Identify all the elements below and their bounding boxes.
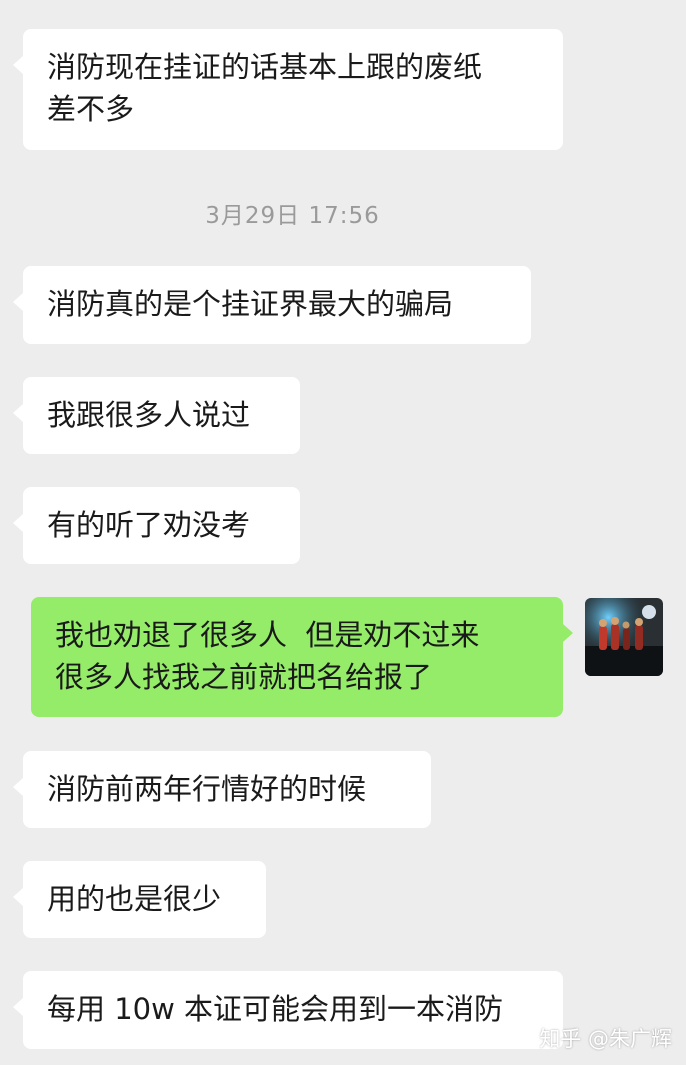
message-text-line: 消防前两年行情好的时候 — [47, 772, 367, 806]
message-bubble-incoming[interactable]: 消防前两年行情好的时候 — [13, 751, 431, 828]
message-text-line: 消防真的是个挂证界最大的骗局 — [47, 287, 454, 321]
message-bubble-outgoing[interactable]: 我也劝退了很多人 但是劝不过来 很多人找我之前就把名给报了 — [31, 597, 573, 717]
message-bubble-incoming[interactable]: 我跟很多人说过 — [13, 377, 300, 454]
message-bubble-incoming[interactable]: 用的也是很少 — [13, 861, 266, 938]
message-bubble-incoming[interactable]: 消防真的是个挂证界最大的骗局 — [13, 266, 531, 344]
message-text-line: 消防现在挂证的话基本上跟的废纸 — [47, 50, 483, 84]
message-text-line: 我跟很多人说过 — [47, 398, 251, 432]
message-bubble-incoming[interactable]: 每用 10w 本证可能会用到一本消防 — [13, 971, 563, 1049]
message-bubble-incoming[interactable]: 消防现在挂证的话基本上跟的废纸 差不多 — [13, 29, 563, 150]
message-text-line: 很多人找我之前就把名给报了 — [55, 660, 433, 694]
watermark-text: 知乎 @朱广辉 — [539, 1027, 672, 1051]
message-text-line: 差不多 — [47, 92, 135, 126]
message-bubble-incoming[interactable]: 有的听了劝没考 — [13, 487, 300, 564]
message-text-line: 用的也是很少 — [47, 882, 222, 916]
message-text-line: 我也劝退了很多人 但是劝不过来 — [55, 618, 480, 652]
message-text-line: 有的听了劝没考 — [47, 508, 251, 542]
message-text-line: 每用 10w 本证可能会用到一本消防 — [47, 992, 504, 1026]
chat-timestamp: 3月29日 17:56 — [205, 203, 380, 229]
avatar-photo-icon — [585, 598, 663, 676]
user-avatar-icon[interactable] — [585, 598, 663, 676]
